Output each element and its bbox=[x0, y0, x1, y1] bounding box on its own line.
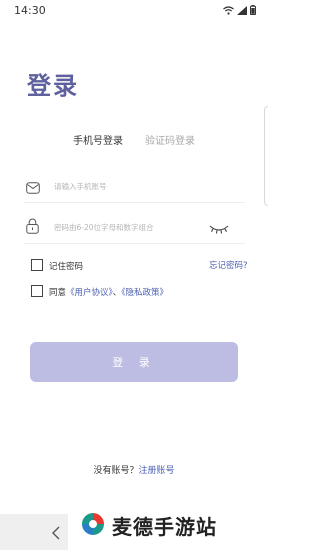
watermark-logo: 麦德手游站 bbox=[68, 501, 268, 550]
back-icon[interactable] bbox=[52, 525, 60, 544]
password-input[interactable] bbox=[54, 218, 214, 236]
password-field-row bbox=[24, 212, 245, 244]
login-button[interactable]: 登 录 bbox=[30, 342, 238, 382]
watermark-logo-icon bbox=[80, 511, 106, 541]
login-tabs: 手机号登录 验证码登录 bbox=[0, 132, 268, 148]
tab-phone-login[interactable]: 手机号登录 bbox=[73, 132, 123, 147]
wifi-icon bbox=[223, 5, 234, 15]
battery-icon bbox=[250, 5, 256, 15]
status-icons bbox=[223, 5, 256, 15]
remember-password-checkbox[interactable] bbox=[31, 259, 43, 271]
register-prompt: 没有账号？注册账号 bbox=[0, 463, 268, 476]
remember-password-label: 记住密码 bbox=[49, 262, 84, 272]
agree-terms-label: 同意《用户协议》、《隐私政策》 bbox=[49, 286, 168, 298]
phone-field-row bbox=[24, 171, 245, 203]
forgot-password-link[interactable]: 忘记密码? bbox=[209, 259, 248, 271]
lock-icon bbox=[26, 218, 39, 238]
agree-prefix: 同意 bbox=[49, 288, 67, 298]
tab-code-login[interactable]: 验证码登录 bbox=[145, 132, 195, 147]
page-title: 登录 bbox=[27, 72, 79, 100]
agree-terms-checkbox[interactable] bbox=[31, 285, 43, 297]
phone-input[interactable] bbox=[54, 177, 214, 195]
no-account-text: 没有账号？ bbox=[93, 466, 139, 476]
status-bar: 14:30 bbox=[0, 0, 268, 20]
user-agreement-link[interactable]: 《用户协议》 bbox=[66, 288, 113, 298]
status-time: 14:30 bbox=[14, 3, 46, 17]
privacy-policy-link[interactable]: 《隐私政策》 bbox=[121, 288, 168, 298]
signal-icon bbox=[237, 5, 247, 15]
edge-panel-handle[interactable] bbox=[264, 106, 268, 206]
register-link[interactable]: 注册账号 bbox=[139, 466, 175, 476]
eye-closed-icon[interactable] bbox=[209, 220, 229, 239]
mail-icon bbox=[26, 179, 40, 198]
watermark-text: 麦德手游站 bbox=[112, 515, 217, 539]
